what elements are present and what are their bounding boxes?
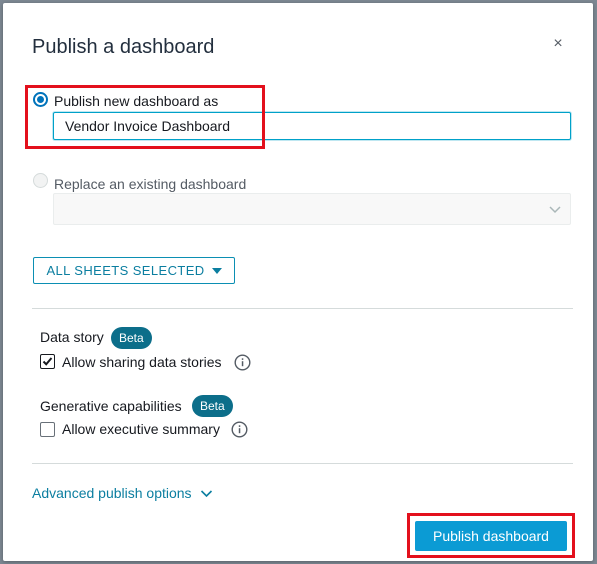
checkmark-icon: [42, 357, 53, 366]
dashboard-name-input[interactable]: [53, 112, 571, 140]
generative-capabilities-label: Generative capabilities: [40, 398, 182, 414]
allow-data-stories-label: Allow sharing data stories: [62, 354, 222, 370]
advanced-publish-options-toggle[interactable]: Advanced publish options: [32, 485, 213, 501]
generative-beta-badge: Beta: [192, 395, 233, 417]
publish-new-label: Publish new dashboard as: [54, 93, 219, 109]
allow-executive-summary-label: Allow executive summary: [62, 421, 220, 437]
divider-top: [32, 308, 573, 309]
allow-data-stories-checkbox[interactable]: [40, 354, 55, 369]
publish-dashboard-button[interactable]: Publish dashboard: [415, 521, 567, 551]
publish-new-radio[interactable]: [33, 92, 48, 107]
data-story-beta-badge: Beta: [111, 327, 152, 349]
publish-dashboard-dialog: Publish a dashboard × Publish new dashbo…: [3, 3, 593, 561]
allow-executive-summary-checkbox[interactable]: [40, 422, 55, 437]
all-sheets-selected-button[interactable]: ALL SHEETS SELECTED: [33, 257, 235, 284]
chevron-down-icon: [200, 489, 212, 497]
replace-existing-label: Replace an existing dashboard: [54, 176, 247, 192]
caret-down-icon: [211, 267, 222, 274]
divider-bottom: [32, 463, 573, 464]
replace-existing-radio[interactable]: [33, 173, 48, 188]
chevron-down-icon: [549, 206, 561, 214]
info-icon[interactable]: [234, 354, 251, 371]
close-icon[interactable]: ×: [549, 35, 567, 53]
data-story-label: Data story: [40, 329, 104, 345]
info-icon[interactable]: [231, 421, 248, 438]
existing-dashboard-select[interactable]: [53, 193, 571, 225]
dialog-title: Publish a dashboard: [32, 36, 215, 58]
